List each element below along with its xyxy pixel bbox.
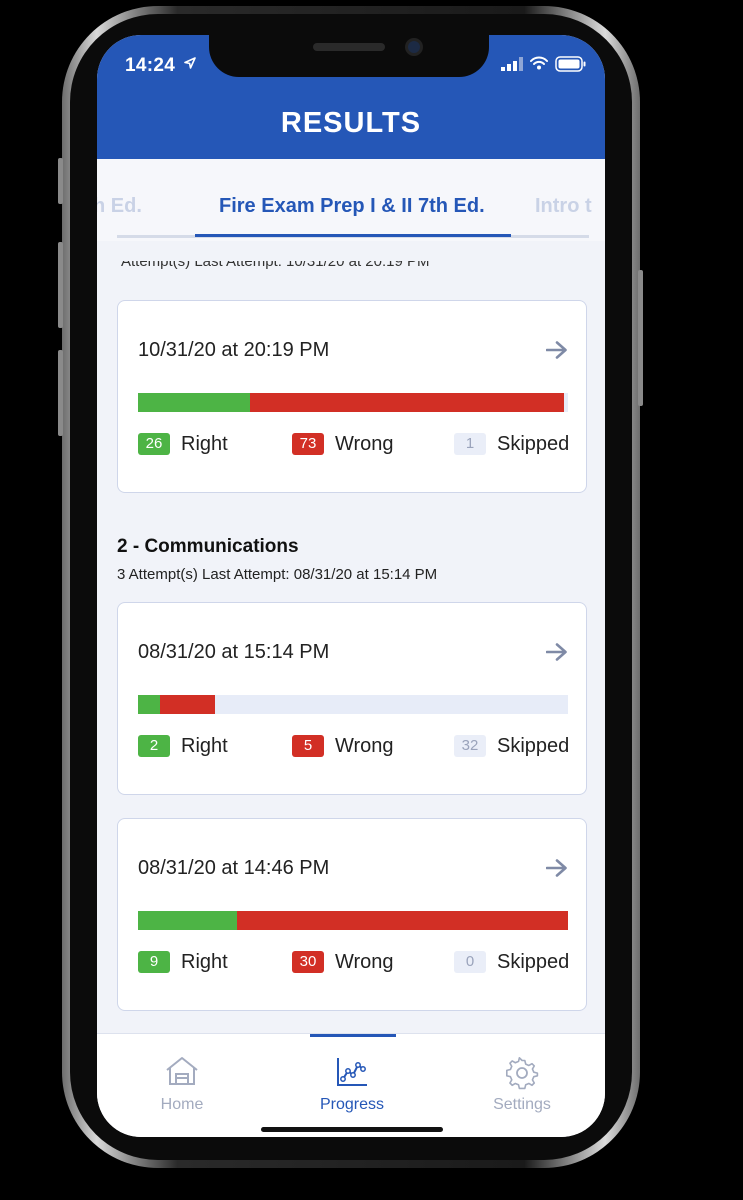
wrong-stat: 5 Wrong: [292, 733, 394, 759]
wrong-label: Wrong: [335, 734, 394, 757]
skipped-label: Skipped: [497, 734, 570, 757]
right-stat: 9 Right: [138, 949, 228, 975]
right-label: Right: [181, 950, 228, 973]
score-bar: [138, 911, 568, 930]
phone-notch: [209, 35, 489, 77]
status-time: 14:24: [125, 55, 176, 76]
wrong-stat: 30 Wrong: [292, 949, 394, 975]
active-tab-indicator: [195, 234, 511, 237]
section-subtitle: 3 Attempt(s) Last Attempt: 08/31/20 at 1…: [117, 566, 438, 583]
tab-bar-progress[interactable]: Progress: [267, 1034, 437, 1137]
score-stats: 26 Right 73 Wrong 1 Skipped: [138, 431, 570, 457]
clipped-attempts-text-content: Attempt(s) Last Attempt: 10/31/20 at 20:…: [121, 261, 430, 270]
tab-bar-settings[interactable]: Settings: [437, 1034, 605, 1137]
page-title: RESULTS: [280, 107, 422, 139]
clipped-attempts-text: Attempt(s) Last Attempt: 10/31/20 at 20:…: [121, 261, 461, 275]
volume-up-button: [58, 242, 63, 328]
section-title: 2 - Communications: [117, 536, 299, 557]
tab-bar-home[interactable]: Home: [97, 1034, 267, 1137]
wrong-segment: [237, 911, 568, 930]
skipped-label: Skipped: [497, 950, 570, 973]
right-count-badge: 26: [138, 433, 170, 455]
attempt-date: 08/31/20 at 14:46 PM: [138, 857, 330, 879]
skipped-count-badge: 32: [454, 735, 486, 757]
right-stat: 26 Right: [138, 431, 228, 457]
score-bar: [138, 695, 568, 714]
tab-bar-progress-label: Progress: [319, 1096, 385, 1113]
front-camera: [408, 41, 420, 53]
skipped-stat: 0 Skipped: [454, 949, 569, 975]
wrong-count-badge: 73: [292, 433, 324, 455]
right-segment: [138, 911, 238, 930]
cellular-signal-icon: [501, 57, 523, 71]
tab-bar-home-label: Home: [160, 1096, 204, 1113]
wrong-label: Wrong: [335, 432, 394, 455]
right-count-badge: 9: [138, 951, 170, 973]
result-card[interactable]: 08/31/20 at 14:46 PM 9 Right 30 Wrong 0: [117, 818, 587, 1011]
tab-previous-course[interactable]: h Ed.: [97, 195, 142, 218]
skipped-count-badge: 0: [454, 951, 486, 973]
tab-next-course[interactable]: Intro t: [535, 195, 592, 218]
right-label: Right: [181, 432, 228, 455]
results-list[interactable]: Attempt(s) Last Attempt: 10/31/20 at 20:…: [97, 241, 605, 1033]
gear-icon: [505, 1056, 539, 1090]
right-stat: 2 Right: [138, 733, 228, 759]
attempt-date: 10/31/20 at 20:19 PM: [138, 339, 330, 361]
wrong-stat: 73 Wrong: [292, 431, 394, 457]
score-bar: [138, 393, 568, 412]
wrong-segment: [249, 393, 564, 412]
wrong-segment: [160, 695, 216, 714]
location-arrow-icon: [184, 57, 196, 69]
skipped-label: Skipped: [497, 432, 570, 455]
attempt-date: 08/31/20 at 15:14 PM: [138, 641, 330, 663]
score-stats: 2 Right 5 Wrong 32 Skipped: [138, 733, 570, 759]
result-card[interactable]: 10/31/20 at 20:19 PM 26 Right 73 Wrong 1: [117, 300, 587, 493]
silent-switch: [58, 158, 63, 204]
tab-bar-settings-label: Settings: [493, 1096, 551, 1113]
right-segment: [138, 695, 161, 714]
earpiece-speaker: [313, 43, 385, 51]
arrow-right-icon[interactable]: [546, 341, 568, 359]
wrong-label: Wrong: [335, 950, 394, 973]
wifi-icon: [530, 56, 548, 70]
progress-chart-icon: [337, 1058, 367, 1086]
volume-down-button: [58, 350, 63, 436]
power-button: [638, 270, 643, 406]
arrow-right-icon[interactable]: [546, 859, 568, 877]
right-label: Right: [181, 734, 228, 757]
wrong-count-badge: 30: [292, 951, 324, 973]
home-indicator[interactable]: [261, 1127, 443, 1132]
bottom-tab-bar: Home Progress Settings: [97, 1033, 605, 1137]
skipped-count-badge: 1: [454, 433, 486, 455]
skipped-stat: 32 Skipped: [454, 733, 569, 759]
score-stats: 9 Right 30 Wrong 0 Skipped: [138, 949, 570, 975]
course-tabs: h Ed. Fire Exam Prep I & II 7th Ed. Intr…: [97, 159, 605, 241]
right-segment: [138, 393, 250, 412]
home-icon: [166, 1057, 198, 1085]
tab-active-course[interactable]: Fire Exam Prep I & II 7th Ed.: [219, 195, 485, 218]
battery-icon: [555, 56, 586, 72]
skipped-stat: 1 Skipped: [454, 431, 569, 457]
right-count-badge: 2: [138, 735, 170, 757]
app-screen: 14:24 RESULTS h Ed. Fire Exam Prep I & I…: [97, 35, 605, 1137]
arrow-right-icon[interactable]: [546, 643, 568, 661]
wrong-count-badge: 5: [292, 735, 324, 757]
result-card[interactable]: 08/31/20 at 15:14 PM 2 Right 5 Wrong 32: [117, 602, 587, 795]
